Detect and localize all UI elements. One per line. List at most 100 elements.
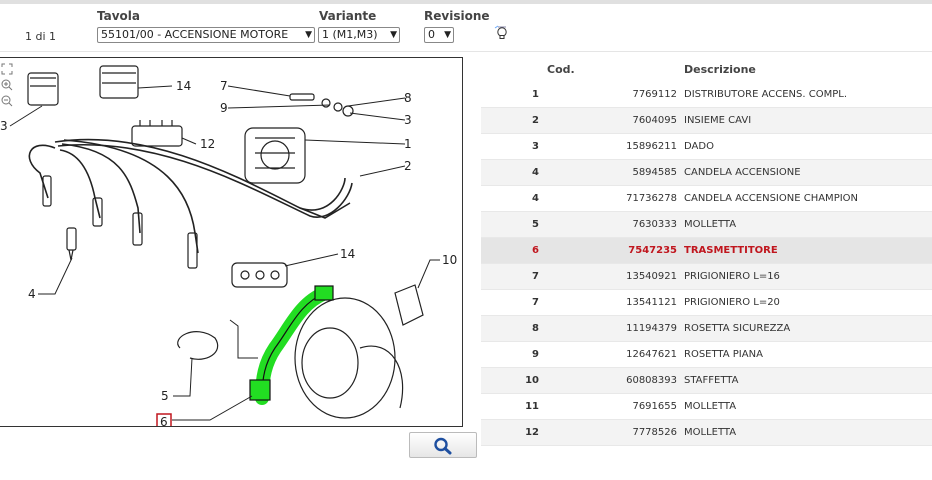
row-description: MOLLETTA [684, 427, 737, 438]
row-number: 3 [532, 141, 539, 152]
row-code: 7778526 [632, 427, 677, 438]
parts-drawing[interactable]: 3 14 12 7 9 8 3 1 2 4 14 10 5 6 [0, 57, 463, 427]
row-code: 12647621 [626, 349, 677, 360]
flywheel [294, 297, 404, 419]
revisione-label: Revisione [424, 9, 490, 23]
row-description: CANDELA ACCENSIONE [684, 167, 801, 178]
clip-5 [177, 331, 219, 360]
row-code: 5894585 [632, 167, 677, 178]
table-row[interactable]: 12 7778526 MOLLETTA [481, 420, 932, 446]
row-number: 9 [532, 349, 539, 360]
table-row[interactable]: 11 7691655 MOLLETTA [481, 394, 932, 420]
variante-select-value: 1 (M1,M3) [322, 28, 378, 41]
row-description: MOLLETTA [684, 401, 737, 412]
top-bar [0, 0, 932, 4]
table-row[interactable]: 8 11194379 ROSETTA SICUREZZA [481, 316, 932, 342]
page-count: 1 di 1 [25, 30, 57, 43]
row-code: 15896211 [626, 141, 677, 152]
callout-2: 2 [404, 159, 412, 173]
row-code: 7769112 [632, 89, 677, 100]
zoom-fit-icon[interactable] [1, 63, 13, 75]
chevron-down-icon: ▼ [444, 30, 451, 40]
tavola-label: Tavola [97, 9, 141, 23]
header-descrizione: Descrizione [684, 63, 756, 76]
row-description: PRIGIONIERO L=16 [684, 271, 780, 282]
row-number: 1 [532, 89, 539, 100]
row-number: 4 [532, 167, 539, 178]
clip-11 [131, 120, 183, 147]
row-code: 7547235 [628, 245, 677, 256]
callout-3b: 3 [404, 113, 412, 127]
clip-3 [27, 72, 59, 106]
callout-1: 1 [404, 137, 412, 151]
row-code: 7604095 [632, 115, 677, 126]
table-row[interactable]: 9 12647621 ROSETTA PIANA [481, 342, 932, 368]
row-number: 10 [525, 375, 539, 386]
row-description: DADO [684, 141, 714, 152]
callout-9: 9 [220, 101, 228, 115]
variante-select[interactable]: 1 (M1,M3) ▼ [318, 27, 400, 43]
row-description: INSIEME CAVI [684, 115, 752, 126]
clip-12 [99, 65, 139, 99]
table-row[interactable]: 7 13541121 PRIGIONIERO L=20 [481, 290, 932, 316]
row-code: 13541121 [626, 297, 677, 308]
row-description: DISTRIBUTORE ACCENS. COMPL. [684, 89, 848, 100]
row-number: 8 [532, 323, 539, 334]
row-number: 2 [532, 115, 539, 126]
table-row[interactable]: 4 71736278 CANDELA ACCENSIONE CHAMPION [481, 186, 932, 212]
transmitter-highlight [249, 285, 334, 405]
row-code: 11194379 [626, 323, 677, 334]
callout-11: 12 [200, 137, 215, 151]
tavola-select-value: 55101/00 - ACCENSIONE MOTORE [101, 28, 289, 41]
callout-12: 14 [176, 79, 191, 93]
callout-5: 5 [161, 389, 169, 403]
row-code: 7691655 [632, 401, 677, 412]
header-cod: Cod. [547, 63, 575, 76]
row-number: 12 [525, 427, 539, 438]
header-separator [0, 51, 932, 52]
row-code: 71736278 [626, 193, 677, 204]
callout-7: 7 [220, 79, 228, 93]
lightbulb-icon[interactable] [494, 25, 508, 41]
row-description: PRIGIONIERO L=20 [684, 297, 780, 308]
table-row[interactable]: 2 7604095 INSIEME CAVI [481, 108, 932, 134]
row-description: TRASMETTITORE [684, 245, 778, 256]
table-row[interactable]: 5 7630333 MOLLETTA [481, 212, 932, 238]
row-description: ROSETTA PIANA [684, 349, 763, 360]
callout-3a: 3 [0, 119, 8, 133]
table-row[interactable]: 10 60808393 STAFFETTA [481, 368, 932, 394]
spark-plug [66, 227, 77, 261]
callout-14: 14 [340, 247, 355, 261]
parts-table: Cod. Descrizione 1 7769112 DISTRIBUTORE AC… [481, 57, 932, 446]
row-code: 60808393 [626, 375, 677, 386]
table-row[interactable]: 1 7769112 DISTRIBUTORE ACCENS. COMPL. [481, 82, 932, 108]
zoom-out-icon[interactable] [1, 95, 13, 107]
search-button[interactable] [409, 432, 477, 458]
revisione-select[interactable]: 0 ▼ [424, 27, 454, 43]
callout-8: 8 [404, 91, 412, 105]
distributor [244, 127, 306, 184]
table-row[interactable]: 6 7547235 TRASMETTITORE [481, 238, 932, 264]
row-number: 7 [532, 271, 539, 282]
callout-6-selected[interactable]: 6 [156, 413, 172, 427]
tavola-select[interactable]: 55101/00 - ACCENSIONE MOTORE ▼ [97, 27, 315, 43]
bracket-10 [394, 284, 424, 326]
chevron-down-icon: ▼ [305, 30, 312, 40]
callout-10: 10 [442, 253, 457, 267]
clip-14 [231, 262, 288, 288]
ignition-cables [28, 138, 353, 254]
spark-plug-boots [42, 175, 198, 269]
callout-6: 6 [160, 415, 168, 427]
table-body: 1 7769112 DISTRIBUTORE ACCENS. COMPL. 2 7604… [481, 82, 932, 446]
row-number: 7 [532, 297, 539, 308]
row-description: MOLLETTA [684, 219, 737, 230]
table-row[interactable]: 3 15896211 DADO [481, 134, 932, 160]
table-row[interactable]: 7 13540921 PRIGIONIERO L=16 [481, 264, 932, 290]
revisione-select-value: 0 [428, 28, 435, 41]
zoom-in-icon[interactable] [1, 79, 13, 91]
row-description: STAFFETTA [684, 375, 739, 386]
row-number: 4 [532, 193, 539, 204]
table-row[interactable]: 4 5894585 CANDELA ACCENSIONE [481, 160, 932, 186]
row-code: 7630333 [632, 219, 677, 230]
zoom-toolbar [0, 62, 14, 114]
